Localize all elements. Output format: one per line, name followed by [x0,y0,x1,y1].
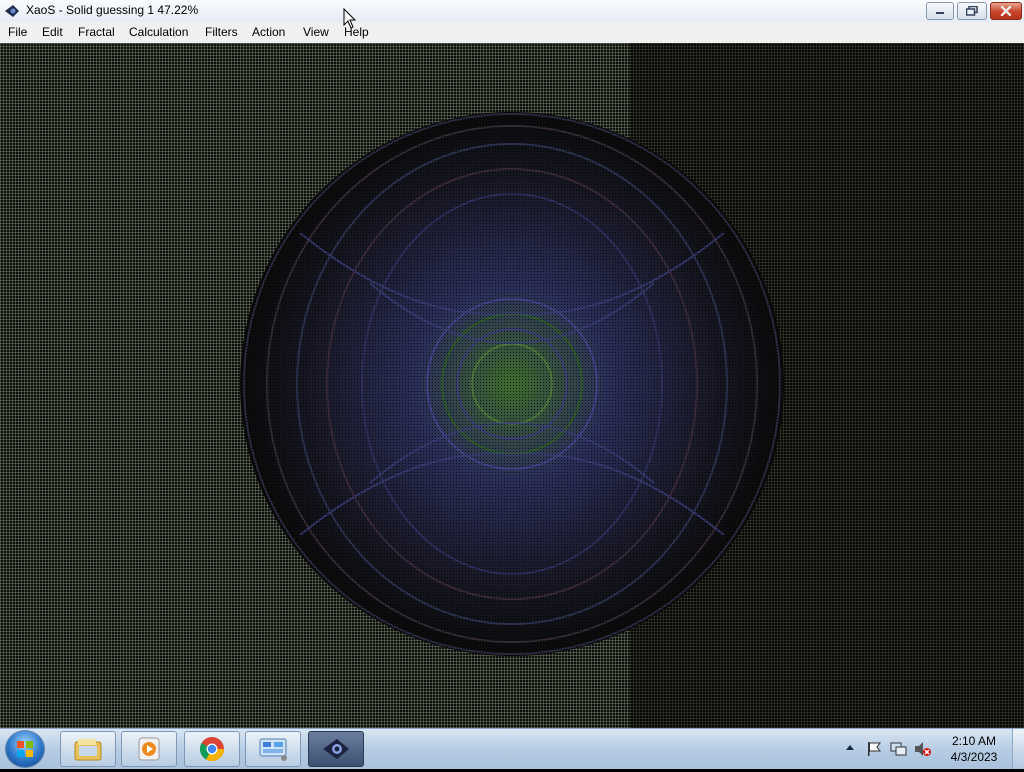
fractal-image [240,112,784,656]
menu-view[interactable]: View [303,25,329,39]
xaos-app-icon [5,5,19,17]
menu-file[interactable]: File [8,25,27,39]
control-panel-icon [259,738,287,761]
clock-date: 4/3/2023 [950,750,998,764]
window-title: XaoS - Solid guessing 1 47.22% [26,3,199,17]
close-button[interactable] [990,2,1022,20]
taskbar-explorer-button[interactable] [60,731,116,767]
fractal-canvas[interactable] [0,43,1024,728]
media-player-icon [138,737,160,761]
mouse-cursor [343,8,357,29]
taskbar-chrome-button[interactable] [184,731,240,767]
taskbar-xaos-button[interactable] [308,731,364,767]
show-desktop-button[interactable] [1012,729,1024,769]
windows-explorer-icon [74,739,102,761]
network-icon[interactable] [890,741,908,757]
menu-filters[interactable]: Filters [205,25,238,39]
taskbar-control-panel-button[interactable] [245,731,301,767]
menu-bar: File Edit Fractal Calculation Filters Ac… [0,22,1024,44]
show-hidden-icons[interactable] [845,741,855,755]
action-center-flag-icon[interactable] [866,741,882,757]
start-button[interactable] [6,731,44,767]
system-clock[interactable]: 2:10 AM 4/3/2023 [944,733,1004,765]
minimize-button[interactable] [926,2,954,20]
clock-time: 2:10 AM [951,734,997,748]
volume-muted-icon[interactable] [914,741,932,757]
title-bar[interactable]: XaoS - Solid guessing 1 47.22% [0,0,1024,23]
menu-action[interactable]: Action [252,25,285,39]
menu-fractal[interactable]: Fractal [78,25,115,39]
menu-edit[interactable]: Edit [42,25,63,39]
restore-button[interactable] [957,2,987,20]
taskbar: 2:10 AM 4/3/2023 [0,728,1024,769]
chrome-icon [199,737,224,762]
menu-calculation[interactable]: Calculation [129,25,188,39]
taskbar-media-player-button[interactable] [121,731,177,767]
xaos-icon [323,739,349,759]
